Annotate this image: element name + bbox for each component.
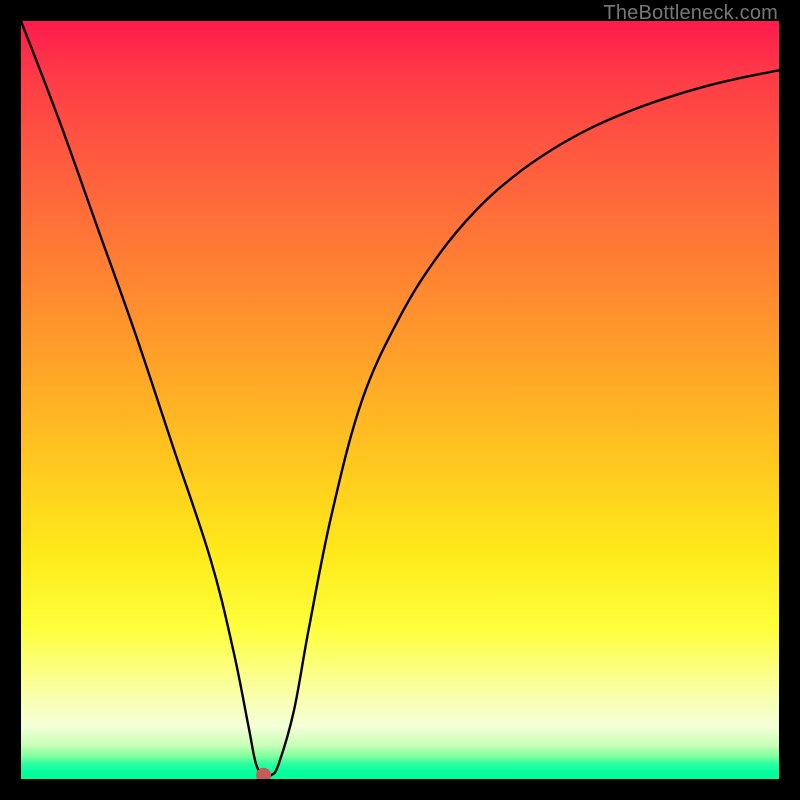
chart-frame: TheBottleneck.com bbox=[0, 0, 800, 800]
watermark-text: TheBottleneck.com bbox=[603, 2, 778, 25]
curve-layer bbox=[21, 21, 779, 779]
minimum-marker bbox=[257, 768, 271, 779]
bottleneck-curve bbox=[21, 21, 779, 777]
plot-area bbox=[21, 21, 779, 779]
